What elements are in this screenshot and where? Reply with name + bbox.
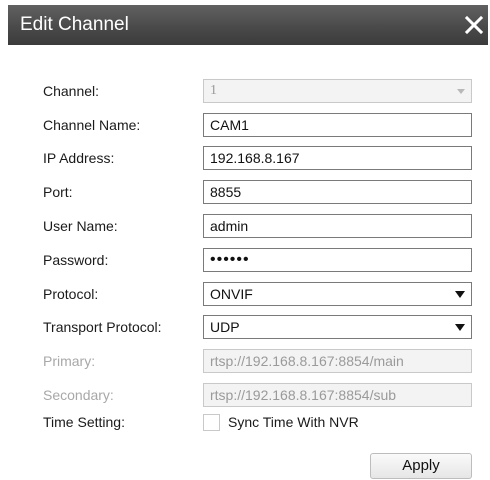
protocol-label: Protocol: bbox=[43, 286, 99, 302]
transport-protocol-row: Transport Protocol: UDP bbox=[0, 315, 490, 341]
apply-button[interactable]: Apply bbox=[370, 453, 472, 479]
secondary-stream-input: rtsp://192.168.8.167:8854/sub bbox=[203, 383, 472, 407]
primary-row: Primary: rtsp://192.168.8.167:8854/main bbox=[0, 349, 490, 375]
chevron-down-icon bbox=[455, 324, 465, 331]
port-label: Port: bbox=[43, 184, 73, 200]
port-row: Port: 8855 bbox=[0, 180, 490, 206]
primary-stream-input: rtsp://192.168.8.167:8854/main bbox=[203, 349, 472, 373]
dialog-title: Edit Channel bbox=[20, 14, 129, 35]
ip-address-label: IP Address: bbox=[43, 150, 115, 166]
close-icon bbox=[464, 15, 484, 35]
user-name-row: User Name: admin bbox=[0, 214, 490, 240]
sync-time-checkbox[interactable] bbox=[203, 414, 220, 431]
dialog-titlebar: Edit Channel bbox=[8, 5, 488, 45]
channel-select: 1 bbox=[203, 79, 472, 103]
secondary-label: Secondary: bbox=[43, 387, 114, 403]
edit-channel-dialog: Edit Channel Channel: 1 Channel Name: CA… bbox=[0, 0, 490, 480]
channel-label: Channel: bbox=[43, 83, 100, 99]
user-name-label: User Name: bbox=[43, 218, 118, 234]
channel-name-label: Channel Name: bbox=[43, 117, 141, 133]
time-setting-row: Time Setting: Sync Time With NVR bbox=[0, 410, 490, 436]
password-row: Password: •••••• bbox=[0, 248, 490, 274]
channel-name-input[interactable]: CAM1 bbox=[203, 113, 472, 137]
transport-protocol-select[interactable]: UDP bbox=[203, 315, 472, 339]
port-input[interactable]: 8855 bbox=[203, 180, 472, 204]
primary-label: Primary: bbox=[43, 353, 96, 369]
channel-row: Channel: 1 bbox=[0, 79, 490, 105]
channel-value: 1 bbox=[210, 83, 217, 98]
time-setting-label: Time Setting: bbox=[43, 414, 125, 430]
sync-time-label[interactable]: Sync Time With NVR bbox=[228, 414, 359, 430]
protocol-value: ONVIF bbox=[210, 286, 253, 302]
channel-name-row: Channel Name: CAM1 bbox=[0, 113, 490, 139]
close-button[interactable] bbox=[460, 7, 488, 43]
transport-protocol-label: Transport Protocol: bbox=[43, 319, 162, 335]
chevron-down-icon bbox=[455, 291, 465, 298]
password-input[interactable]: •••••• bbox=[203, 248, 472, 272]
ip-address-input[interactable]: 192.168.8.167 bbox=[203, 146, 472, 170]
password-label: Password: bbox=[43, 252, 109, 268]
chevron-down-icon bbox=[457, 89, 465, 94]
secondary-row: Secondary: rtsp://192.168.8.167:8854/sub bbox=[0, 383, 490, 409]
user-name-input[interactable]: admin bbox=[203, 214, 472, 238]
ip-address-row: IP Address: 192.168.8.167 bbox=[0, 146, 490, 172]
transport-protocol-value: UDP bbox=[210, 319, 240, 335]
protocol-select[interactable]: ONVIF bbox=[203, 282, 472, 306]
protocol-row: Protocol: ONVIF bbox=[0, 282, 490, 308]
